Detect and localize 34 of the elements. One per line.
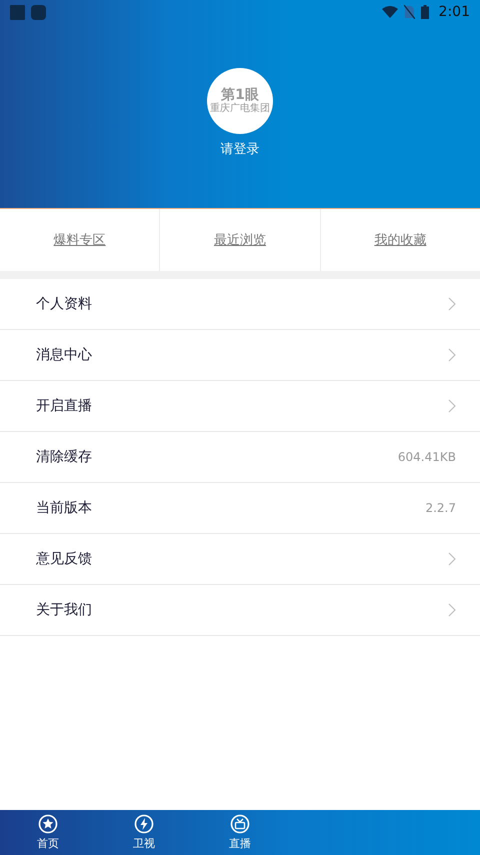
settings-row[interactable]: 消息中心: [0, 330, 480, 381]
lightning-icon: [134, 814, 154, 834]
row-label: 个人资料: [36, 295, 93, 313]
no-sim-icon: [404, 5, 415, 19]
battery-icon: [420, 5, 429, 19]
row-value: 2.2.7: [425, 501, 456, 515]
login-link[interactable]: 请登录: [220, 140, 260, 158]
row-label: 开启直播: [36, 397, 93, 415]
settings-row[interactable]: 关于我们: [0, 585, 480, 636]
settings-row[interactable]: 清除缓存 604.41KB: [0, 432, 480, 483]
wifi-icon: [382, 6, 398, 18]
chevron-right-icon: [448, 552, 456, 566]
chevron-right-icon: [448, 297, 456, 311]
tv-icon: [230, 814, 250, 834]
notification-icon: [31, 4, 46, 20]
settings-row[interactable]: 当前版本 2.2.7: [0, 483, 480, 534]
settings-row[interactable]: 个人资料: [0, 279, 480, 330]
tab-button[interactable]: 卫视: [96, 810, 192, 855]
tab-button[interactable]: 首页: [0, 810, 96, 855]
row-label: 当前版本: [36, 499, 93, 517]
chevron-right-icon: [448, 399, 456, 413]
settings-row[interactable]: 意见反馈: [0, 534, 480, 585]
row-label: 意见反馈: [36, 550, 93, 568]
row-value: 604.41KB: [398, 450, 456, 464]
chevron-right-icon: [448, 603, 456, 617]
settings-row[interactable]: 开启直播: [0, 381, 480, 432]
row-label: 消息中心: [36, 346, 93, 364]
notification-icon: [10, 4, 25, 20]
chevron-right-icon: [448, 348, 456, 362]
row-label: 清除缓存: [36, 448, 93, 466]
row-label: 关于我们: [36, 601, 93, 619]
shortcut-link[interactable]: 我的收藏: [320, 209, 480, 271]
status-time: 2:01: [438, 4, 470, 20]
tab-button[interactable]: 直播: [192, 810, 288, 855]
